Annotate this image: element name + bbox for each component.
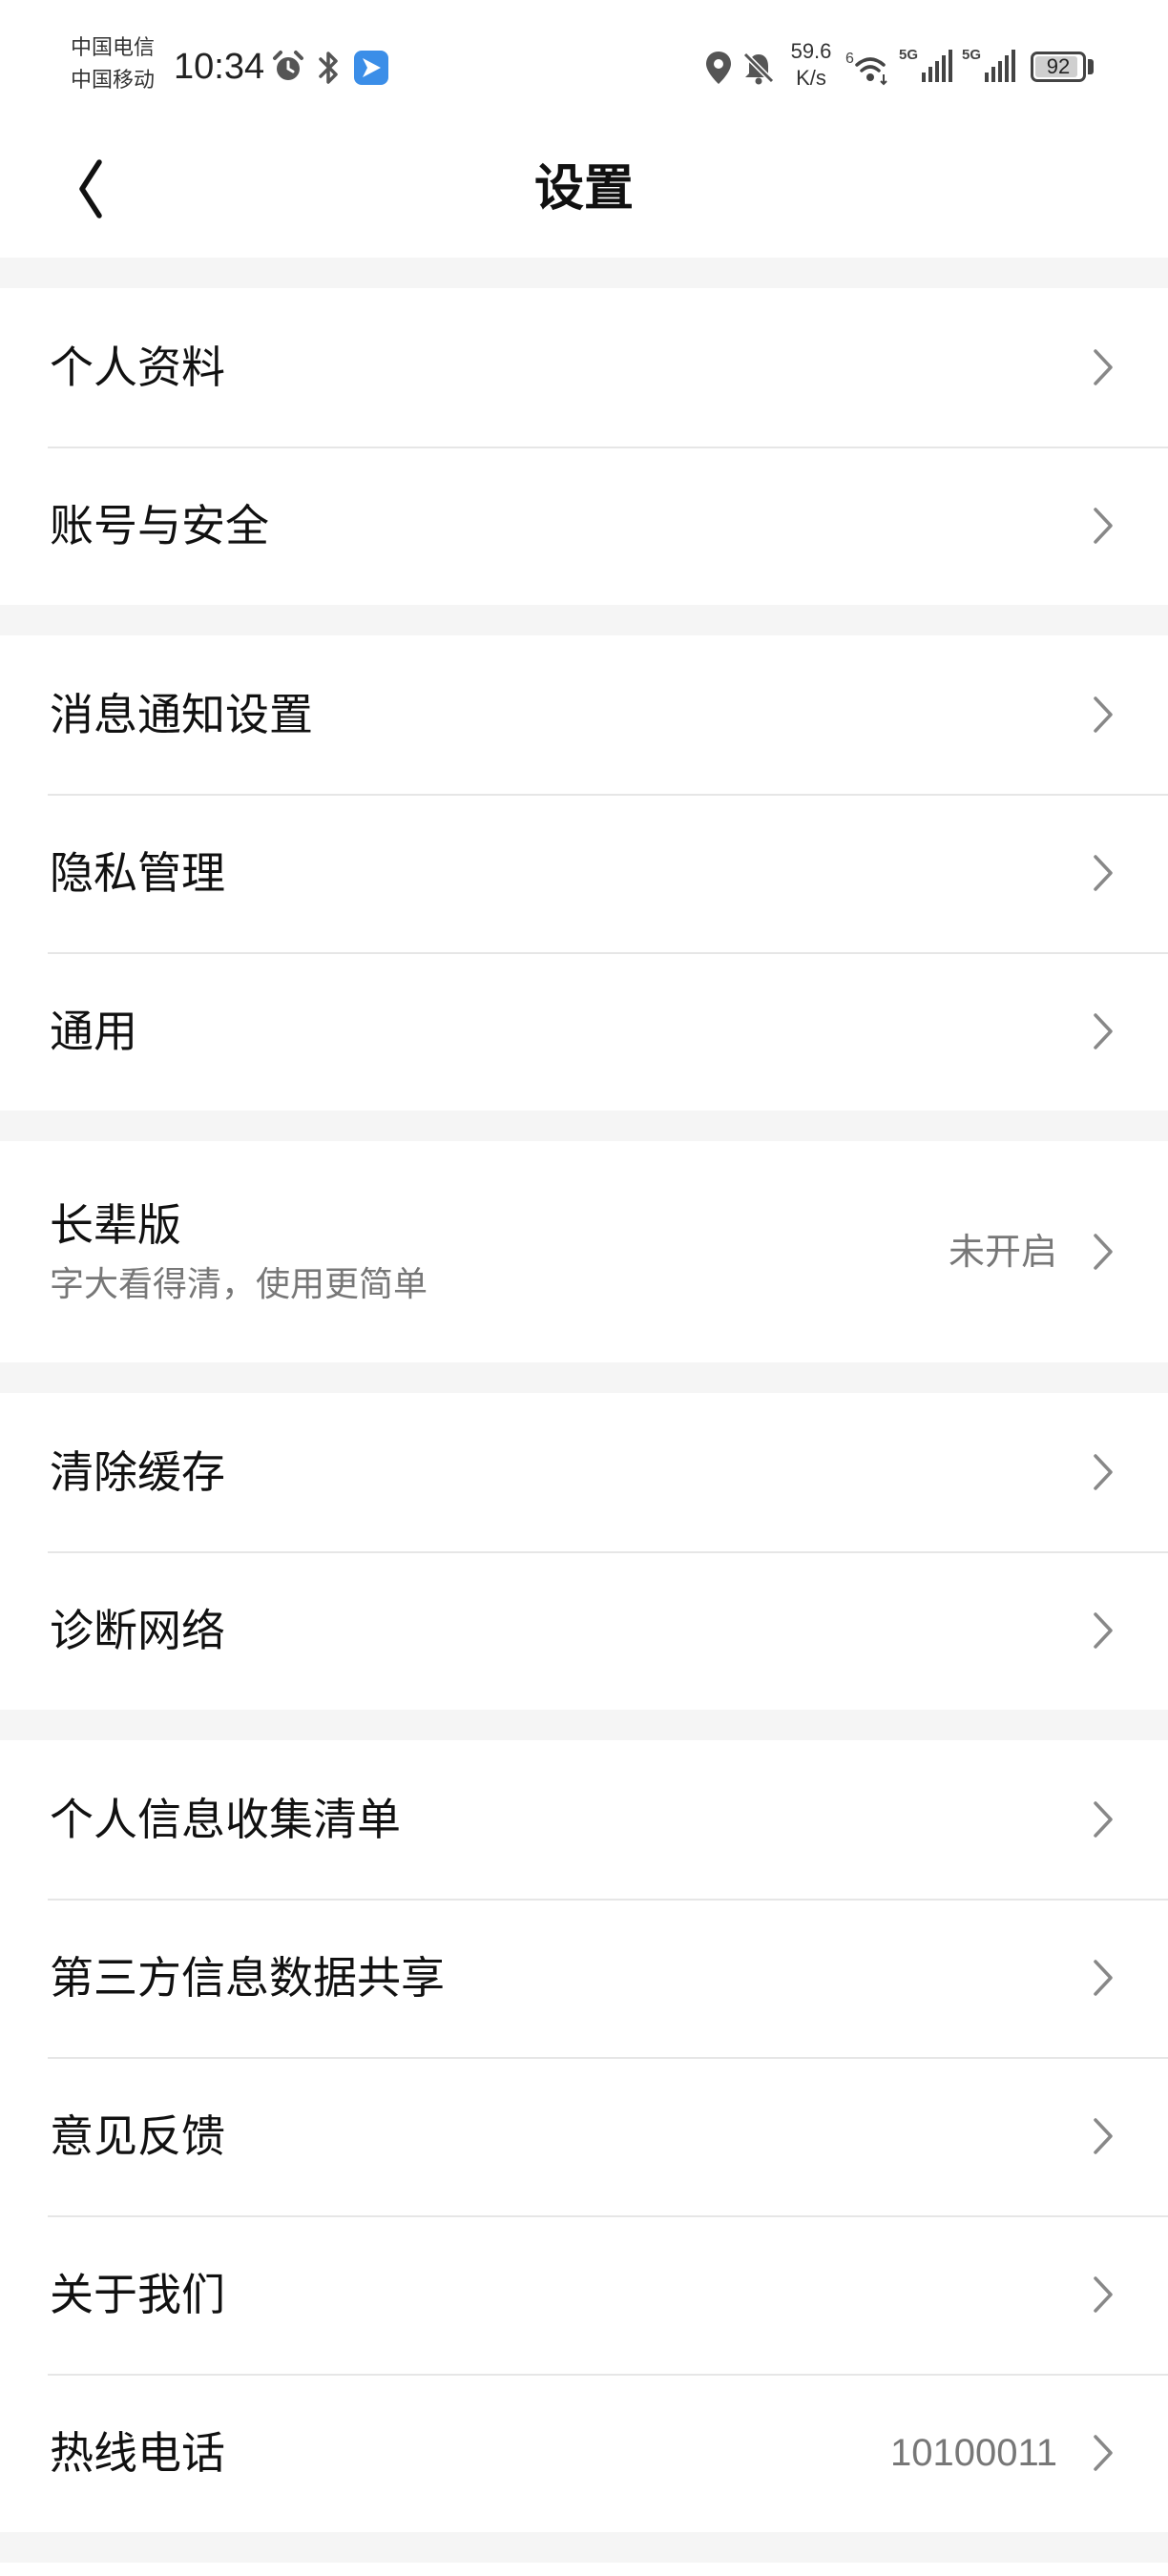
chevron-right-icon [1094, 2118, 1113, 2154]
chevron-right-icon [1094, 2276, 1113, 2313]
settings-item-label: 清除缓存 [50, 1446, 225, 1498]
settings-item-label: 通用 [50, 1006, 137, 1057]
chevron-right-icon [1094, 1234, 1113, 1270]
chevron-right-icon [1094, 508, 1113, 544]
settings-item-elder-mode[interactable]: 长辈版 字大看得清，使用更简单 未开启 [0, 1141, 1168, 1362]
carrier-info: 中国电信 中国移动 [71, 32, 155, 97]
settings-item-label: 关于我们 [50, 2269, 225, 2320]
status-time: 10:34 [174, 47, 265, 87]
settings-item-profile[interactable]: 个人资料 [0, 288, 1168, 447]
chevron-right-icon [1094, 1013, 1113, 1049]
settings-item-privacy[interactable]: 隐私管理 [0, 794, 1168, 952]
settings-item-hotline[interactable]: 热线电话 10100011 [0, 2374, 1168, 2532]
settings-group-about: 个人信息收集清单 第三方信息数据共享 意见反馈 关于我们 热线电话 101000… [0, 1740, 1168, 2532]
chevron-right-icon [1094, 349, 1113, 385]
wifi-icon: 6 [845, 51, 887, 86]
app-notification-icon [354, 51, 388, 85]
settings-item-label: 热线电话 [50, 2427, 225, 2479]
settings-group-tools: 清除缓存 诊断网络 [0, 1393, 1168, 1710]
settings-item-network-diagnosis[interactable]: 诊断网络 [0, 1551, 1168, 1710]
location-icon [706, 52, 731, 84]
network-speed-unit: K/s [796, 66, 826, 90]
settings-list: 个人资料 账号与安全 消息通知设置 隐私管理 通用 长辈版 字大看得清，使用更简… [0, 258, 1168, 2563]
settings-item-notifications[interactable]: 消息通知设置 [0, 635, 1168, 794]
settings-group-general: 消息通知设置 隐私管理 通用 [0, 635, 1168, 1111]
settings-item-label: 账号与安全 [50, 500, 269, 551]
chevron-right-icon [1094, 1960, 1113, 1996]
settings-item-general[interactable]: 通用 [0, 952, 1168, 1111]
settings-item-label: 个人信息收集清单 [50, 1794, 401, 1845]
page-title: 设置 [533, 159, 634, 218]
chevron-right-icon [1094, 1454, 1113, 1490]
alarm-icon [273, 51, 303, 80]
battery-icon: 92 [1031, 52, 1086, 82]
signal-1-label: 5G [899, 47, 918, 63]
elder-mode-status: 未开启 [948, 1231, 1057, 1273]
battery-percent: 92 [1046, 54, 1071, 78]
network-speed: 59.6 K/s [782, 38, 840, 92]
bell-muted-icon [742, 52, 775, 85]
wifi-6-label: 6 [845, 51, 854, 67]
signal-2-label: 5G [962, 47, 981, 63]
settings-item-feedback[interactable]: 意见反馈 [0, 2057, 1168, 2215]
chevron-right-icon [1094, 855, 1113, 891]
settings-item-label: 长辈版 [50, 1199, 181, 1251]
settings-item-label: 个人资料 [50, 342, 225, 393]
status-bar: 中国电信 中国移动 10:34 59.6 K/s 6 5G 5G 92 [0, 0, 1168, 124]
header: 设置 [0, 124, 1168, 258]
settings-group-elder-mode: 长辈版 字大看得清，使用更简单 未开启 [0, 1141, 1168, 1362]
settings-item-label: 第三方信息数据共享 [50, 1952, 445, 2004]
signal-icon: 5G [899, 47, 952, 82]
settings-item-label: 消息通知设置 [50, 689, 313, 740]
chevron-right-icon [1094, 1801, 1113, 1838]
settings-item-clear-cache[interactable]: 清除缓存 [0, 1393, 1168, 1551]
battery-tip [1088, 59, 1094, 74]
carrier-2: 中国移动 [71, 69, 156, 93]
settings-item-about-us[interactable]: 关于我们 [0, 2215, 1168, 2374]
list-bottom-gap [0, 2532, 1168, 2563]
chevron-right-icon [1094, 2435, 1113, 2471]
network-speed-value: 59.6 [790, 39, 832, 63]
elder-mode-texts: 长辈版 字大看得清，使用更简单 [50, 1195, 428, 1309]
settings-item-label: 意见反馈 [50, 2110, 225, 2162]
chevron-right-icon [1094, 1612, 1113, 1649]
bluetooth-icon [319, 52, 338, 84]
settings-item-subtitle: 字大看得清，使用更简单 [50, 1265, 428, 1304]
settings-item-info-collection-list[interactable]: 个人信息收集清单 [0, 1740, 1168, 1899]
hotline-number: 10100011 [890, 2432, 1057, 2474]
settings-group-account: 个人资料 账号与安全 [0, 288, 1168, 605]
settings-item-third-party-sharing[interactable]: 第三方信息数据共享 [0, 1899, 1168, 2057]
chevron-right-icon [1094, 696, 1113, 733]
settings-item-label: 诊断网络 [50, 1605, 225, 1656]
carrier-1: 中国电信 [71, 36, 156, 60]
settings-item-label: 隐私管理 [50, 847, 225, 899]
signal-icon: 5G [962, 47, 1015, 82]
settings-item-account-security[interactable]: 账号与安全 [0, 447, 1168, 605]
